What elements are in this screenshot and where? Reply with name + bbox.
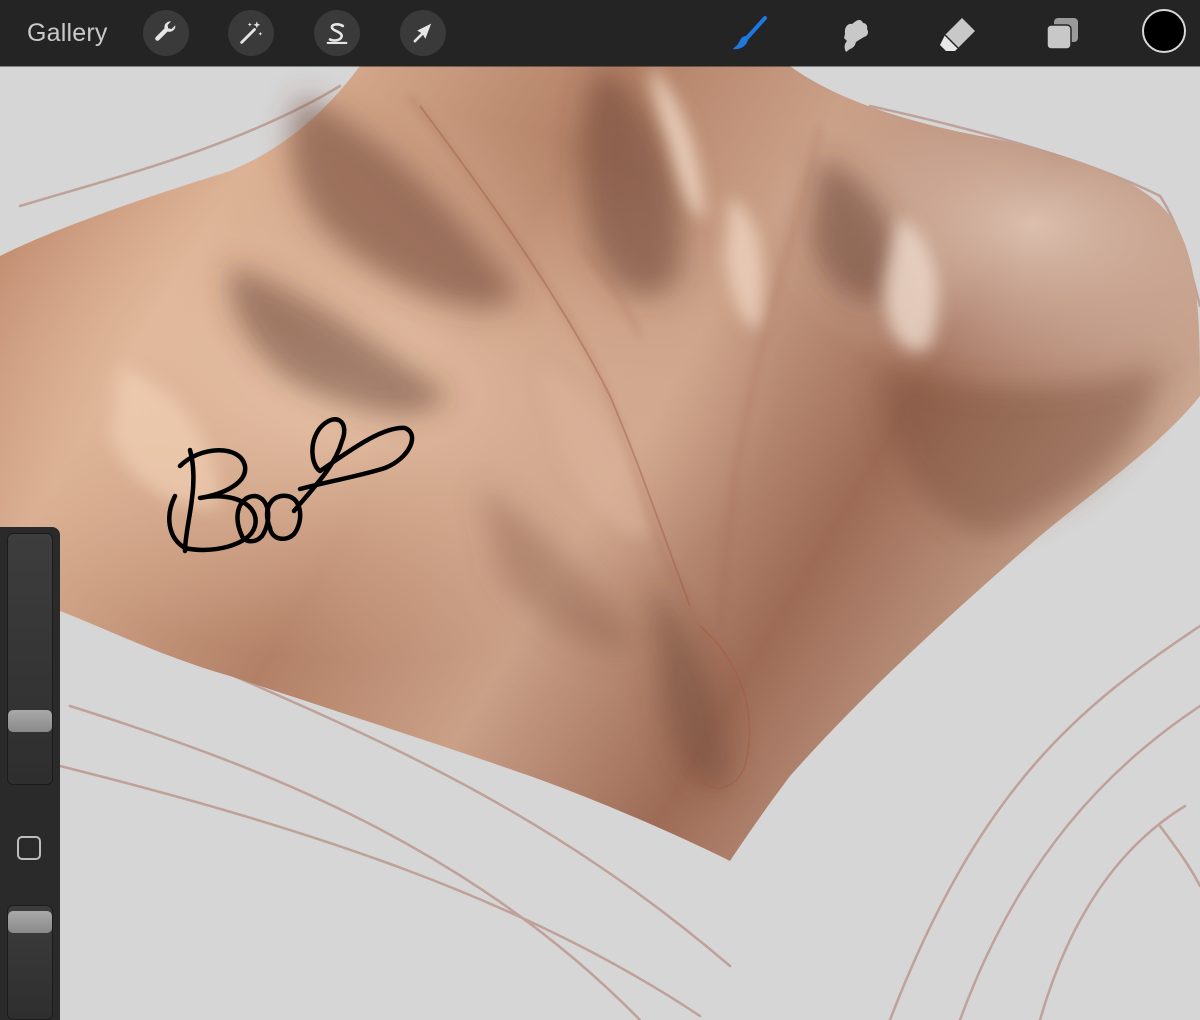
modify-button[interactable] (17, 836, 41, 860)
magic-wand-icon (240, 21, 263, 44)
color-picker-button[interactable] (1142, 9, 1186, 53)
selection-button[interactable] (314, 10, 360, 56)
transform-button[interactable] (400, 10, 446, 56)
brush-opacity-slider[interactable] (7, 905, 53, 1020)
actions-button[interactable] (143, 10, 189, 56)
top-toolbar: Gallery (0, 0, 1200, 66)
eraser-tool-button[interactable] (936, 12, 980, 56)
wrench-icon (155, 21, 176, 41)
selection-s-icon (326, 23, 348, 44)
brush-opacity-thumb[interactable] (8, 911, 52, 933)
layers-icon (1046, 18, 1078, 50)
smudge-tool-button[interactable] (832, 12, 876, 56)
brush-icon (733, 16, 767, 50)
gallery-button[interactable]: Gallery (27, 19, 108, 48)
brush-size-thumb[interactable] (8, 710, 52, 732)
layers-button[interactable] (1040, 12, 1084, 56)
transform-arrow-icon (413, 23, 432, 43)
adjustments-button[interactable] (228, 10, 274, 56)
brush-size-slider[interactable] (7, 533, 53, 785)
brush-tool-button[interactable] (728, 12, 772, 56)
drawing-canvas[interactable] (0, 66, 1200, 1020)
eraser-icon (940, 18, 975, 51)
smudge-icon (844, 19, 868, 53)
brush-sidebar (0, 527, 60, 1020)
artwork (0, 66, 1200, 1020)
